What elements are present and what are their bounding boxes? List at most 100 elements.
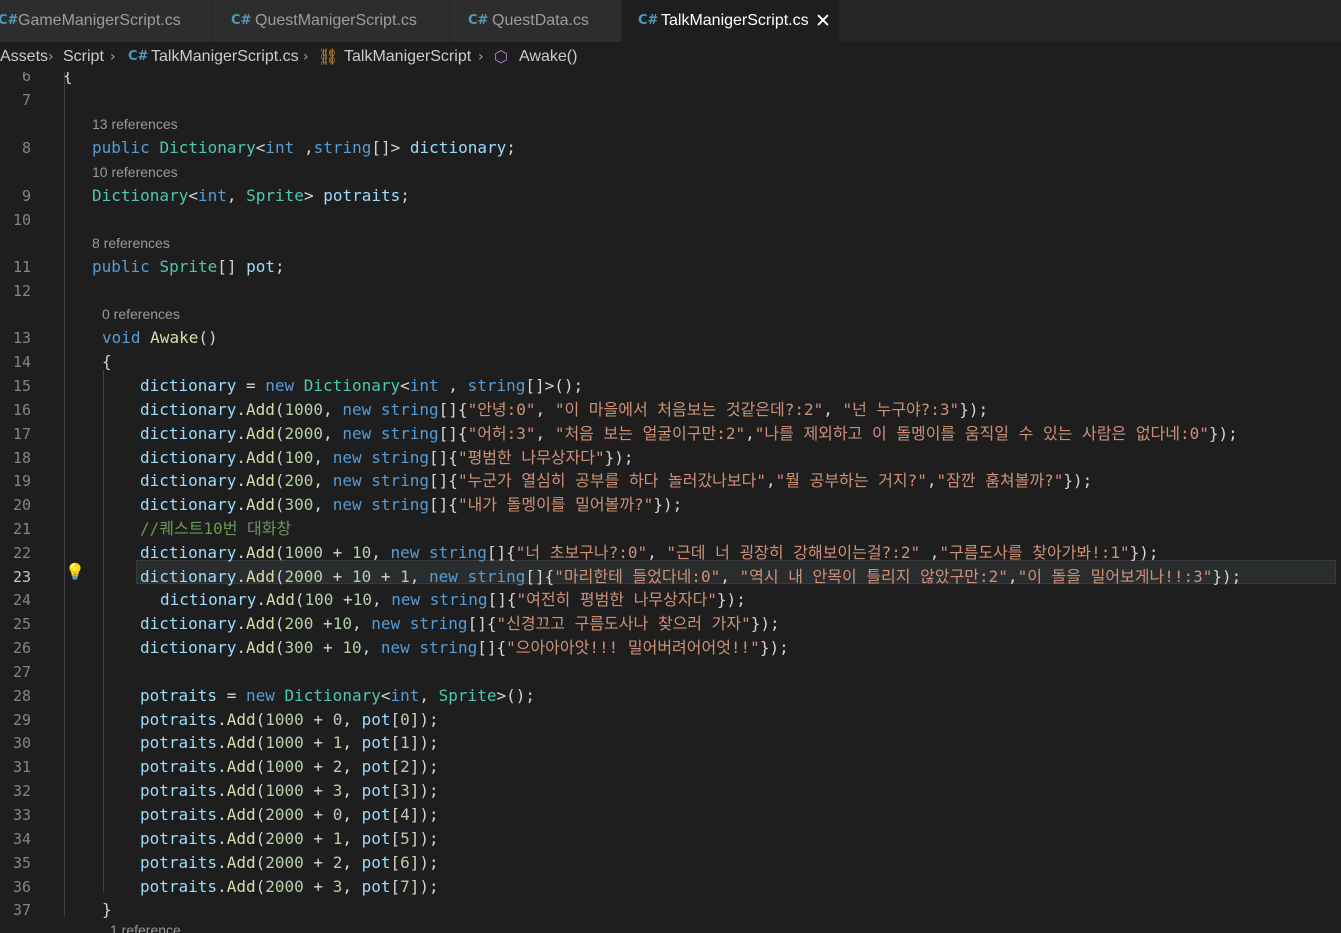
code-token: }); bbox=[1063, 471, 1093, 490]
code-line[interactable]: { bbox=[102, 352, 112, 372]
code-line[interactable]: dictionary.Add(1000, new string[]{"안녕:0"… bbox=[140, 400, 988, 420]
code-line[interactable]: potraits.Add(2000 + 0, pot[4]); bbox=[140, 805, 439, 825]
code-line[interactable]: potraits.Add(1000 + 0, pot[0]); bbox=[140, 710, 439, 730]
code-token: dictionary bbox=[140, 471, 237, 490]
code-token: "잠깐 훔쳐볼까?" bbox=[936, 471, 1064, 490]
code-token: 3 bbox=[400, 781, 410, 800]
code-token: }); bbox=[759, 638, 789, 657]
code-line[interactable]: potraits.Add(1000 + 2, pot[2]); bbox=[140, 757, 439, 777]
code-token: , bbox=[342, 710, 362, 729]
code-token: Add bbox=[226, 877, 256, 896]
code-token: 3 bbox=[332, 877, 343, 896]
code-token: 2000 bbox=[284, 424, 324, 443]
code-token: "역시 내 안목이 틀리지 않았구만:2" bbox=[739, 567, 1008, 586]
code-line[interactable]: void Awake() bbox=[102, 328, 218, 348]
code-line[interactable]: dictionary.Add(2000, new string[]{"어허:3"… bbox=[140, 424, 1238, 444]
code-token: potraits bbox=[140, 757, 218, 776]
code-token: "신경끄고 구름도사나 찾으러 가자" bbox=[496, 614, 751, 633]
codelens-references[interactable]: 13 references bbox=[92, 115, 178, 133]
code-line[interactable]: potraits.Add(2000 + 2, pot[6]); bbox=[140, 853, 439, 873]
code-token: []{ bbox=[525, 567, 555, 586]
code-token: "근데 너 굉장히 강해보이는걸?:2" bbox=[666, 543, 921, 562]
code-token: Sprite bbox=[159, 257, 218, 276]
code-token: 200 bbox=[284, 471, 314, 490]
code-token: , bbox=[342, 805, 362, 824]
code-line[interactable]: dictionary.Add(300, new string[]{"내가 돌멩이… bbox=[140, 495, 682, 515]
code-token: potraits bbox=[140, 710, 218, 729]
code-token: "내가 돌멩이를 밀어볼까?" bbox=[457, 495, 654, 514]
codelens-references[interactable]: 8 references bbox=[92, 234, 170, 252]
code-token: , bbox=[745, 424, 755, 443]
code-line[interactable]: dictionary.Add(1000 + 10, new string[]{"… bbox=[140, 543, 1159, 563]
tab-talkmaniger-script[interactable]: C# TalkManigerScript.cs ✕ bbox=[622, 0, 840, 42]
breadcrumb-method[interactable]: Awake() bbox=[519, 42, 577, 72]
code-token: , bbox=[342, 757, 362, 776]
code-line[interactable]: dictionary.Add(100, new string[]{"평범한 나무… bbox=[140, 448, 634, 468]
code-line[interactable]: potraits.Add(1000 + 3, pot[3]); bbox=[140, 781, 439, 801]
code-token: ( bbox=[255, 710, 266, 729]
code-token: new bbox=[332, 448, 362, 467]
line-number: 33 bbox=[12, 806, 31, 824]
tab-questdata[interactable]: C# QuestData.cs bbox=[450, 0, 622, 42]
code-editor[interactable]: 💡 6{7 13 references 8 public Dictionary<int… bbox=[0, 72, 1341, 933]
code-line[interactable]: Dictionary<int, Sprite> potraits; bbox=[92, 186, 410, 206]
codelens-references[interactable]: 10 references bbox=[92, 163, 178, 181]
code-token: + bbox=[303, 757, 333, 776]
code-line[interactable]: { bbox=[63, 72, 73, 86]
code-token: ( bbox=[274, 638, 285, 657]
code-line[interactable]: potraits.Add(2000 + 1, pot[5]); bbox=[140, 829, 439, 849]
chevron-right-icon: › bbox=[478, 49, 484, 65]
code-token: ]); bbox=[409, 733, 439, 752]
codelens-references[interactable]: 1 reference bbox=[110, 921, 181, 933]
breadcrumb-script[interactable]: Script bbox=[63, 42, 104, 72]
code-line[interactable]: } bbox=[102, 900, 112, 920]
code-token: [ bbox=[390, 757, 401, 776]
code-line[interactable]: dictionary.Add(100 +10, new string[]{"여전… bbox=[160, 590, 746, 610]
code-token: + bbox=[333, 590, 353, 609]
code-line[interactable]: //퀘스트10번 대화창 bbox=[140, 519, 291, 539]
code-token: public bbox=[92, 257, 150, 276]
code-token: , bbox=[409, 567, 430, 586]
code-token: potraits bbox=[140, 877, 218, 896]
codelens-references[interactable]: 0 references bbox=[102, 305, 180, 323]
code-token: Add bbox=[265, 590, 295, 609]
line-number: 7 bbox=[21, 91, 31, 109]
code-line[interactable]: dictionary.Add(200, new string[]{"누군가 열심… bbox=[140, 471, 1092, 491]
code-line[interactable]: potraits.Add(1000 + 1, pot[1]); bbox=[140, 733, 439, 753]
breadcrumb-assets[interactable]: Assets bbox=[0, 42, 48, 72]
code-token: [ bbox=[390, 805, 401, 824]
code-token: 7 bbox=[400, 877, 410, 896]
code-token: public bbox=[92, 138, 150, 157]
code-token: Add bbox=[245, 471, 275, 490]
code-line[interactable]: dictionary.Add(200 +10, new string[]{"신경… bbox=[140, 614, 780, 634]
code-line[interactable]: dictionary.Add(300 + 10, new string[]{"으… bbox=[140, 638, 789, 658]
code-line[interactable]: dictionary.Add(2000 + 10 + 1, new string… bbox=[140, 567, 1241, 587]
breadcrumb-class[interactable]: TalkManigerScript bbox=[344, 42, 471, 72]
code-token: "뭘 공부하는 거지?" bbox=[775, 471, 927, 490]
chevron-right-icon: › bbox=[48, 49, 54, 65]
tab-gamemaniger-script[interactable]: C# GameManigerScript.cs bbox=[0, 0, 213, 42]
code-token: dictionary bbox=[140, 376, 237, 395]
line-number: 23 bbox=[12, 568, 31, 586]
code-line[interactable]: potraits.Add(2000 + 3, pot[7]); bbox=[140, 877, 439, 897]
breadcrumb-file[interactable]: TalkManigerScript.cs bbox=[151, 42, 299, 72]
code-token: . bbox=[217, 781, 227, 800]
code-line[interactable]: dictionary = new Dictionary<int , string… bbox=[140, 376, 583, 396]
code-line[interactable]: potraits = new Dictionary<int, Sprite>()… bbox=[140, 686, 535, 706]
line-number: 8 bbox=[21, 139, 31, 157]
tab-questmaniger-script[interactable]: C# QuestManigerScript.cs bbox=[213, 0, 450, 42]
code-token: ]); bbox=[409, 877, 439, 896]
code-token: ]); bbox=[409, 757, 439, 776]
lightbulb-icon[interactable]: 💡 bbox=[65, 562, 85, 581]
code-token: < bbox=[400, 376, 410, 395]
indent-guide bbox=[103, 370, 104, 892]
code-token: 10 bbox=[332, 614, 352, 633]
code-token: potraits bbox=[140, 829, 218, 848]
code-token: string bbox=[429, 543, 487, 562]
code-line[interactable]: public Dictionary<int ,string[]> diction… bbox=[92, 138, 516, 158]
close-icon[interactable]: ✕ bbox=[815, 0, 831, 42]
code-line[interactable]: public Sprite[] pot; bbox=[92, 257, 285, 277]
